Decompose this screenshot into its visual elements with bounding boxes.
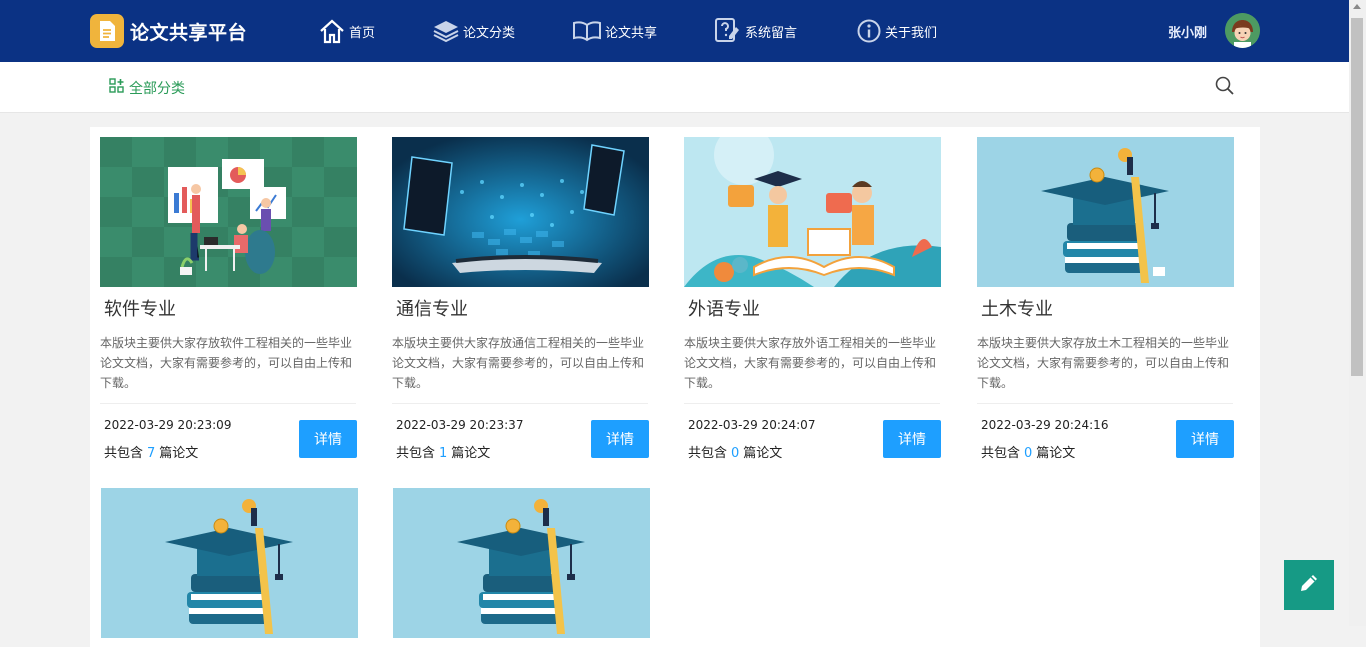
count-suffix: 篇论文 xyxy=(159,446,199,461)
top-navbar: 论文共享平台 首页 论文分类 论文共享 系统留言 关于我们 张小刚 xyxy=(0,0,1349,62)
nav-about[interactable]: 关于我们 xyxy=(856,0,937,62)
card-title: 土木专业 xyxy=(981,299,1053,320)
card-date: 2022-03-29 20:23:09 xyxy=(104,418,232,432)
card-date: 2022-03-29 20:24:16 xyxy=(981,418,1109,432)
avatar[interactable] xyxy=(1225,13,1260,48)
nav-home[interactable]: 首页 xyxy=(318,0,375,62)
card-image[interactable] xyxy=(684,137,941,287)
nav-share[interactable]: 论文共享 xyxy=(572,0,657,62)
card-paper-count: 共包含 0 篇论文 xyxy=(688,442,782,461)
count-prefix: 共包含 xyxy=(688,446,728,461)
brand[interactable]: 论文共享平台 xyxy=(90,14,247,48)
count-number: 1 xyxy=(439,446,448,461)
card-description: 本版块主要供大家存放通信工程相关的一些毕业论文文档，大家有需要参考的，可以自由上… xyxy=(392,336,645,390)
card-divider xyxy=(977,403,1233,404)
card-title: 软件专业 xyxy=(104,299,176,320)
count-number: 0 xyxy=(731,446,740,461)
layers-icon xyxy=(432,19,460,43)
info-icon xyxy=(856,18,882,44)
count-prefix: 共包含 xyxy=(104,446,144,461)
nav-label: 论文共享 xyxy=(605,25,658,41)
grid-icon xyxy=(109,78,125,98)
scrollbar-thumb[interactable] xyxy=(1351,18,1363,376)
card-divider xyxy=(392,403,648,404)
count-suffix: 篇论文 xyxy=(451,446,491,461)
brand-title: 论文共享平台 xyxy=(130,21,248,44)
card-image[interactable] xyxy=(393,488,650,638)
card-image[interactable] xyxy=(100,137,357,287)
scroll-up-arrow-icon[interactable] xyxy=(1353,4,1361,9)
edit-button[interactable] xyxy=(1284,560,1334,610)
card-divider xyxy=(684,403,940,404)
card-date: 2022-03-29 20:23:37 xyxy=(396,418,524,432)
count-number: 7 xyxy=(147,446,156,461)
card-image[interactable] xyxy=(392,137,649,287)
details-button[interactable]: 详情 xyxy=(299,420,357,458)
nav-label: 关于我们 xyxy=(885,25,938,41)
card-description: 本版块主要供大家存放土木工程相关的一些毕业论文文档，大家有需要参考的，可以自由上… xyxy=(977,336,1230,390)
card-paper-count: 共包含 0 篇论文 xyxy=(981,442,1075,461)
card-title: 外语专业 xyxy=(688,299,760,320)
nav-label: 首页 xyxy=(349,25,376,41)
category-grid: 软件专业 本版块主要供大家存放软件工程相关的一些毕业论文文档，大家有需要参考的，… xyxy=(90,127,1260,647)
nav-messages[interactable]: 系统留言 xyxy=(714,0,797,62)
count-prefix: 共包含 xyxy=(981,446,1021,461)
brand-logo-icon xyxy=(90,14,124,48)
open-book-icon xyxy=(572,20,602,42)
card-title: 通信专业 xyxy=(396,299,468,320)
card-image[interactable] xyxy=(101,488,358,638)
nav-label: 论文分类 xyxy=(463,25,516,41)
details-button[interactable]: 详情 xyxy=(1176,420,1234,458)
search-icon[interactable] xyxy=(1214,75,1236,97)
card-description: 本版块主要供大家存放外语工程相关的一些毕业论文文档，大家有需要参考的，可以自由上… xyxy=(684,336,937,390)
card-paper-count: 共包含 7 篇论文 xyxy=(104,442,198,461)
card-divider xyxy=(100,403,356,404)
card-date: 2022-03-29 20:24:07 xyxy=(688,418,816,432)
home-icon xyxy=(318,18,346,44)
all-categories-label: 全部分类 xyxy=(129,81,185,97)
user-name[interactable]: 张小刚 xyxy=(1168,22,1207,41)
count-number: 0 xyxy=(1024,446,1033,461)
card-image[interactable] xyxy=(977,137,1234,287)
nav-categories[interactable]: 论文分类 xyxy=(432,0,515,62)
count-suffix: 篇论文 xyxy=(743,446,783,461)
card-paper-count: 共包含 1 篇论文 xyxy=(396,442,490,461)
count-prefix: 共包含 xyxy=(396,446,436,461)
count-suffix: 篇论文 xyxy=(1036,446,1076,461)
details-button[interactable]: 详情 xyxy=(591,420,649,458)
card-description: 本版块主要供大家存放软件工程相关的一些毕业论文文档，大家有需要参考的，可以自由上… xyxy=(100,336,353,390)
pencil-icon xyxy=(1298,572,1320,598)
nav-label: 系统留言 xyxy=(745,25,798,41)
category-bar: 全部分类 xyxy=(0,62,1349,113)
all-categories-link[interactable]: 全部分类 xyxy=(109,78,185,98)
question-note-icon xyxy=(714,17,742,45)
details-button[interactable]: 详情 xyxy=(883,420,941,458)
